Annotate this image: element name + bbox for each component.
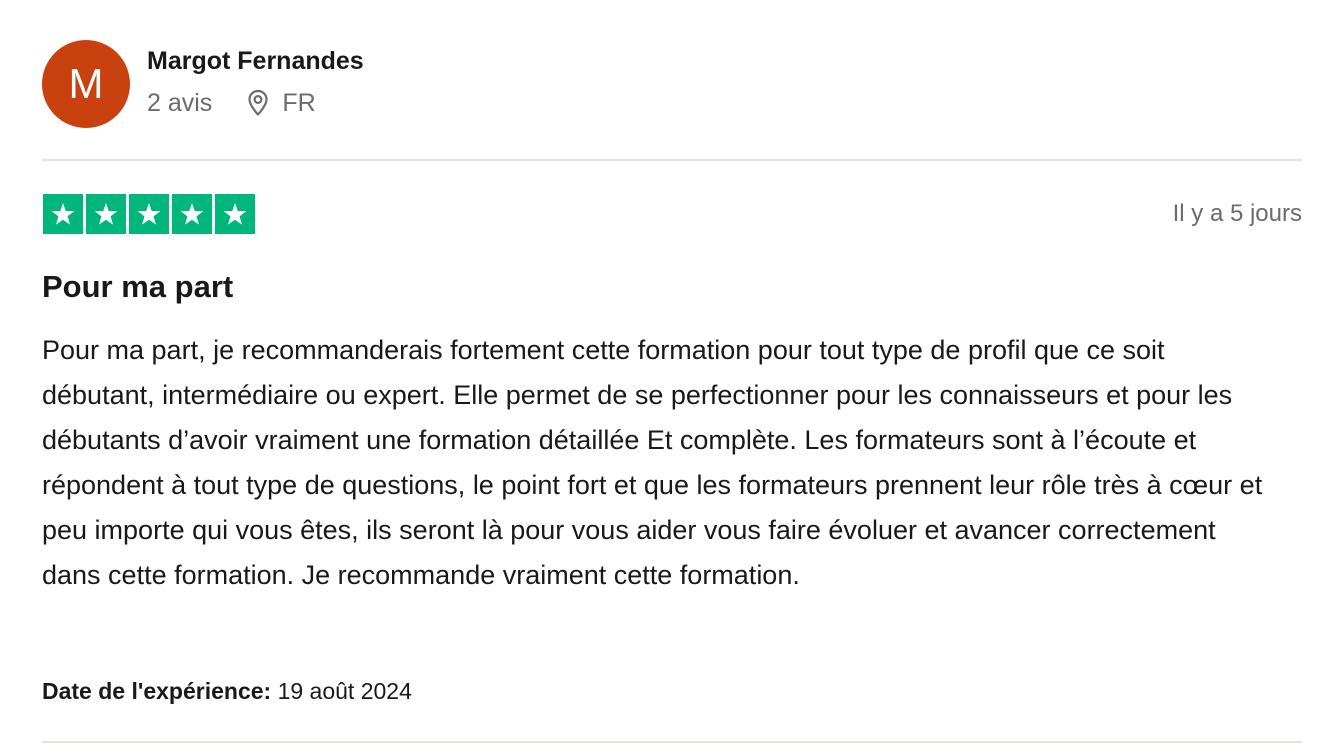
review-date: Il y a 5 jours [1172, 200, 1302, 227]
divider [42, 159, 1302, 161]
consumer-country: FR [282, 89, 316, 117]
star-icon [215, 194, 255, 234]
avatar[interactable]: M [42, 40, 130, 128]
consumer-info[interactable]: M Margot Fernandes 2 avis FR [42, 40, 364, 128]
star-icon [172, 194, 212, 234]
location-pin-icon [246, 88, 270, 118]
consumer-meta: 2 avis FR [147, 88, 364, 118]
star-icon [43, 194, 83, 234]
star-rating [43, 194, 258, 234]
review-text: Pour ma part, je recommanderais fortemen… [42, 335, 1263, 590]
experience-date-label: Date de l'expérience: [42, 678, 272, 704]
review-count: 2 avis [147, 89, 213, 117]
consumer-details: Margot Fernandes 2 avis FR [147, 40, 364, 118]
divider [42, 741, 1302, 743]
experience-date: Date de l'expérience: 19 août 2024 [42, 676, 412, 706]
avatar-initial: M [68, 60, 104, 107]
experience-date-value: 19 août 2024 [277, 678, 412, 704]
consumer-name[interactable]: Margot Fernandes [147, 46, 364, 76]
star-icon [86, 194, 126, 234]
rating-row: Il y a 5 jours [42, 193, 1302, 235]
review-card: M Margot Fernandes 2 avis FR Il y a 5 jo… [42, 0, 1302, 756]
star-icon [129, 194, 169, 234]
review-title[interactable]: Pour ma part [42, 267, 233, 307]
